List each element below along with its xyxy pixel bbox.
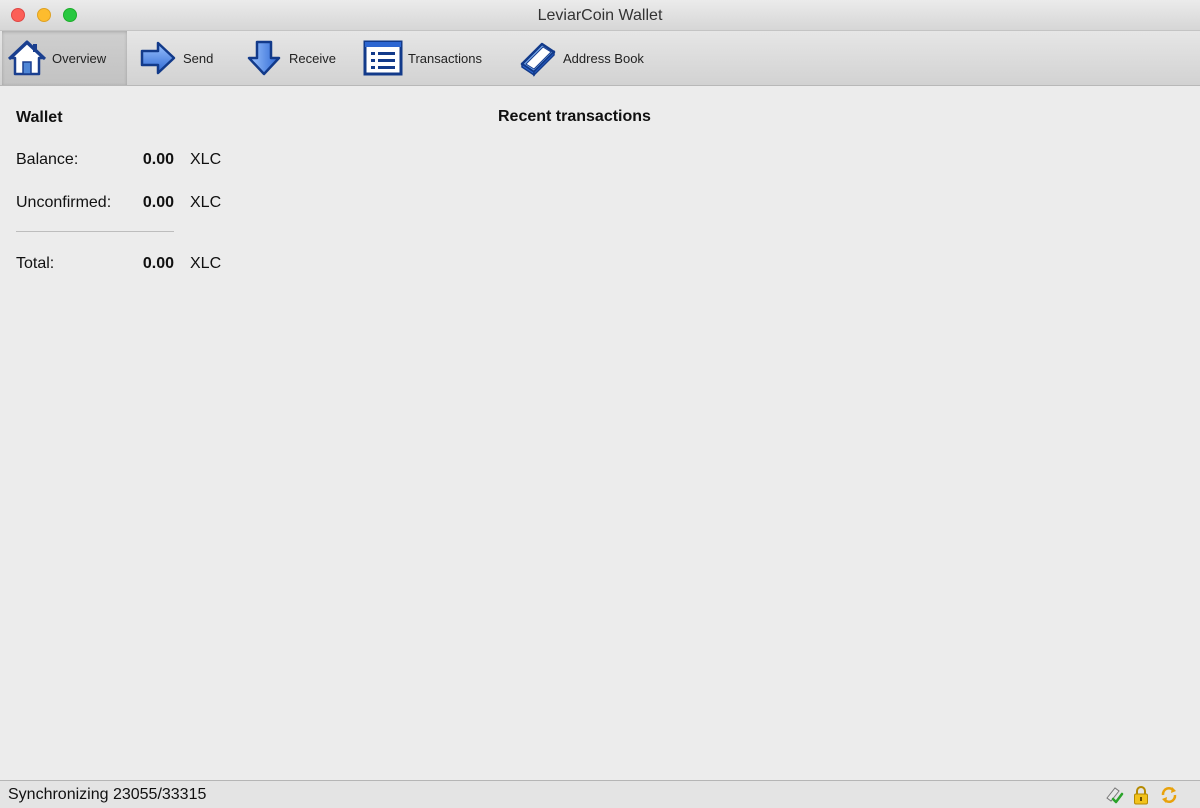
tab-address-book-label: Address Book <box>563 50 644 66</box>
sync-icon[interactable] <box>1159 785 1179 805</box>
sync-status-text: Synchronizing 23055/33315 <box>8 786 207 803</box>
overview-page: Wallet Balance: 0.00 XLC Unconfirmed: 0.… <box>0 87 1200 780</box>
unconfirmed-unit: XLC <box>190 194 222 211</box>
recent-transactions-list[interactable] <box>498 137 1188 767</box>
tab-send[interactable]: Send <box>138 31 228 85</box>
unconfirmed-value: 0.00 <box>142 194 174 211</box>
main-toolbar: Overview Send Receive Transactions Addre… <box>0 31 1200 86</box>
balance-value: 0.00 <box>142 151 174 168</box>
tab-overview-label: Overview <box>52 50 107 66</box>
balance-unit: XLC <box>190 151 222 168</box>
tab-receive[interactable]: Receive <box>244 31 349 85</box>
total-unit: XLC <box>190 255 222 272</box>
window-title: LeviarCoin Wallet <box>537 7 663 24</box>
recent-transactions-title: Recent transactions <box>498 108 651 125</box>
status-bar: Synchronizing 23055/33315 <box>0 780 1200 808</box>
title-bar: LeviarCoin Wallet <box>0 0 1200 31</box>
lock-icon[interactable] <box>1131 785 1151 805</box>
connections-icon[interactable] <box>1104 785 1124 805</box>
list-icon <box>363 40 403 76</box>
send-arrow-icon <box>140 41 176 75</box>
tab-send-label: Send <box>183 50 214 66</box>
tab-transactions-label: Transactions <box>408 50 482 66</box>
tab-address-book[interactable]: Address Book <box>518 31 668 85</box>
tab-overview[interactable]: Overview <box>2 31 127 85</box>
address-book-icon <box>520 42 556 77</box>
home-icon <box>7 40 47 76</box>
app-window: LeviarCoin Wallet Overview Send Receive … <box>0 0 1200 808</box>
tab-transactions[interactable]: Transactions <box>363 31 503 85</box>
receive-arrow-icon <box>247 40 281 76</box>
balance-divider <box>16 231 174 232</box>
wallet-title: Wallet <box>16 109 63 126</box>
tab-receive-label: Receive <box>289 50 336 66</box>
total-value: 0.00 <box>142 255 174 272</box>
